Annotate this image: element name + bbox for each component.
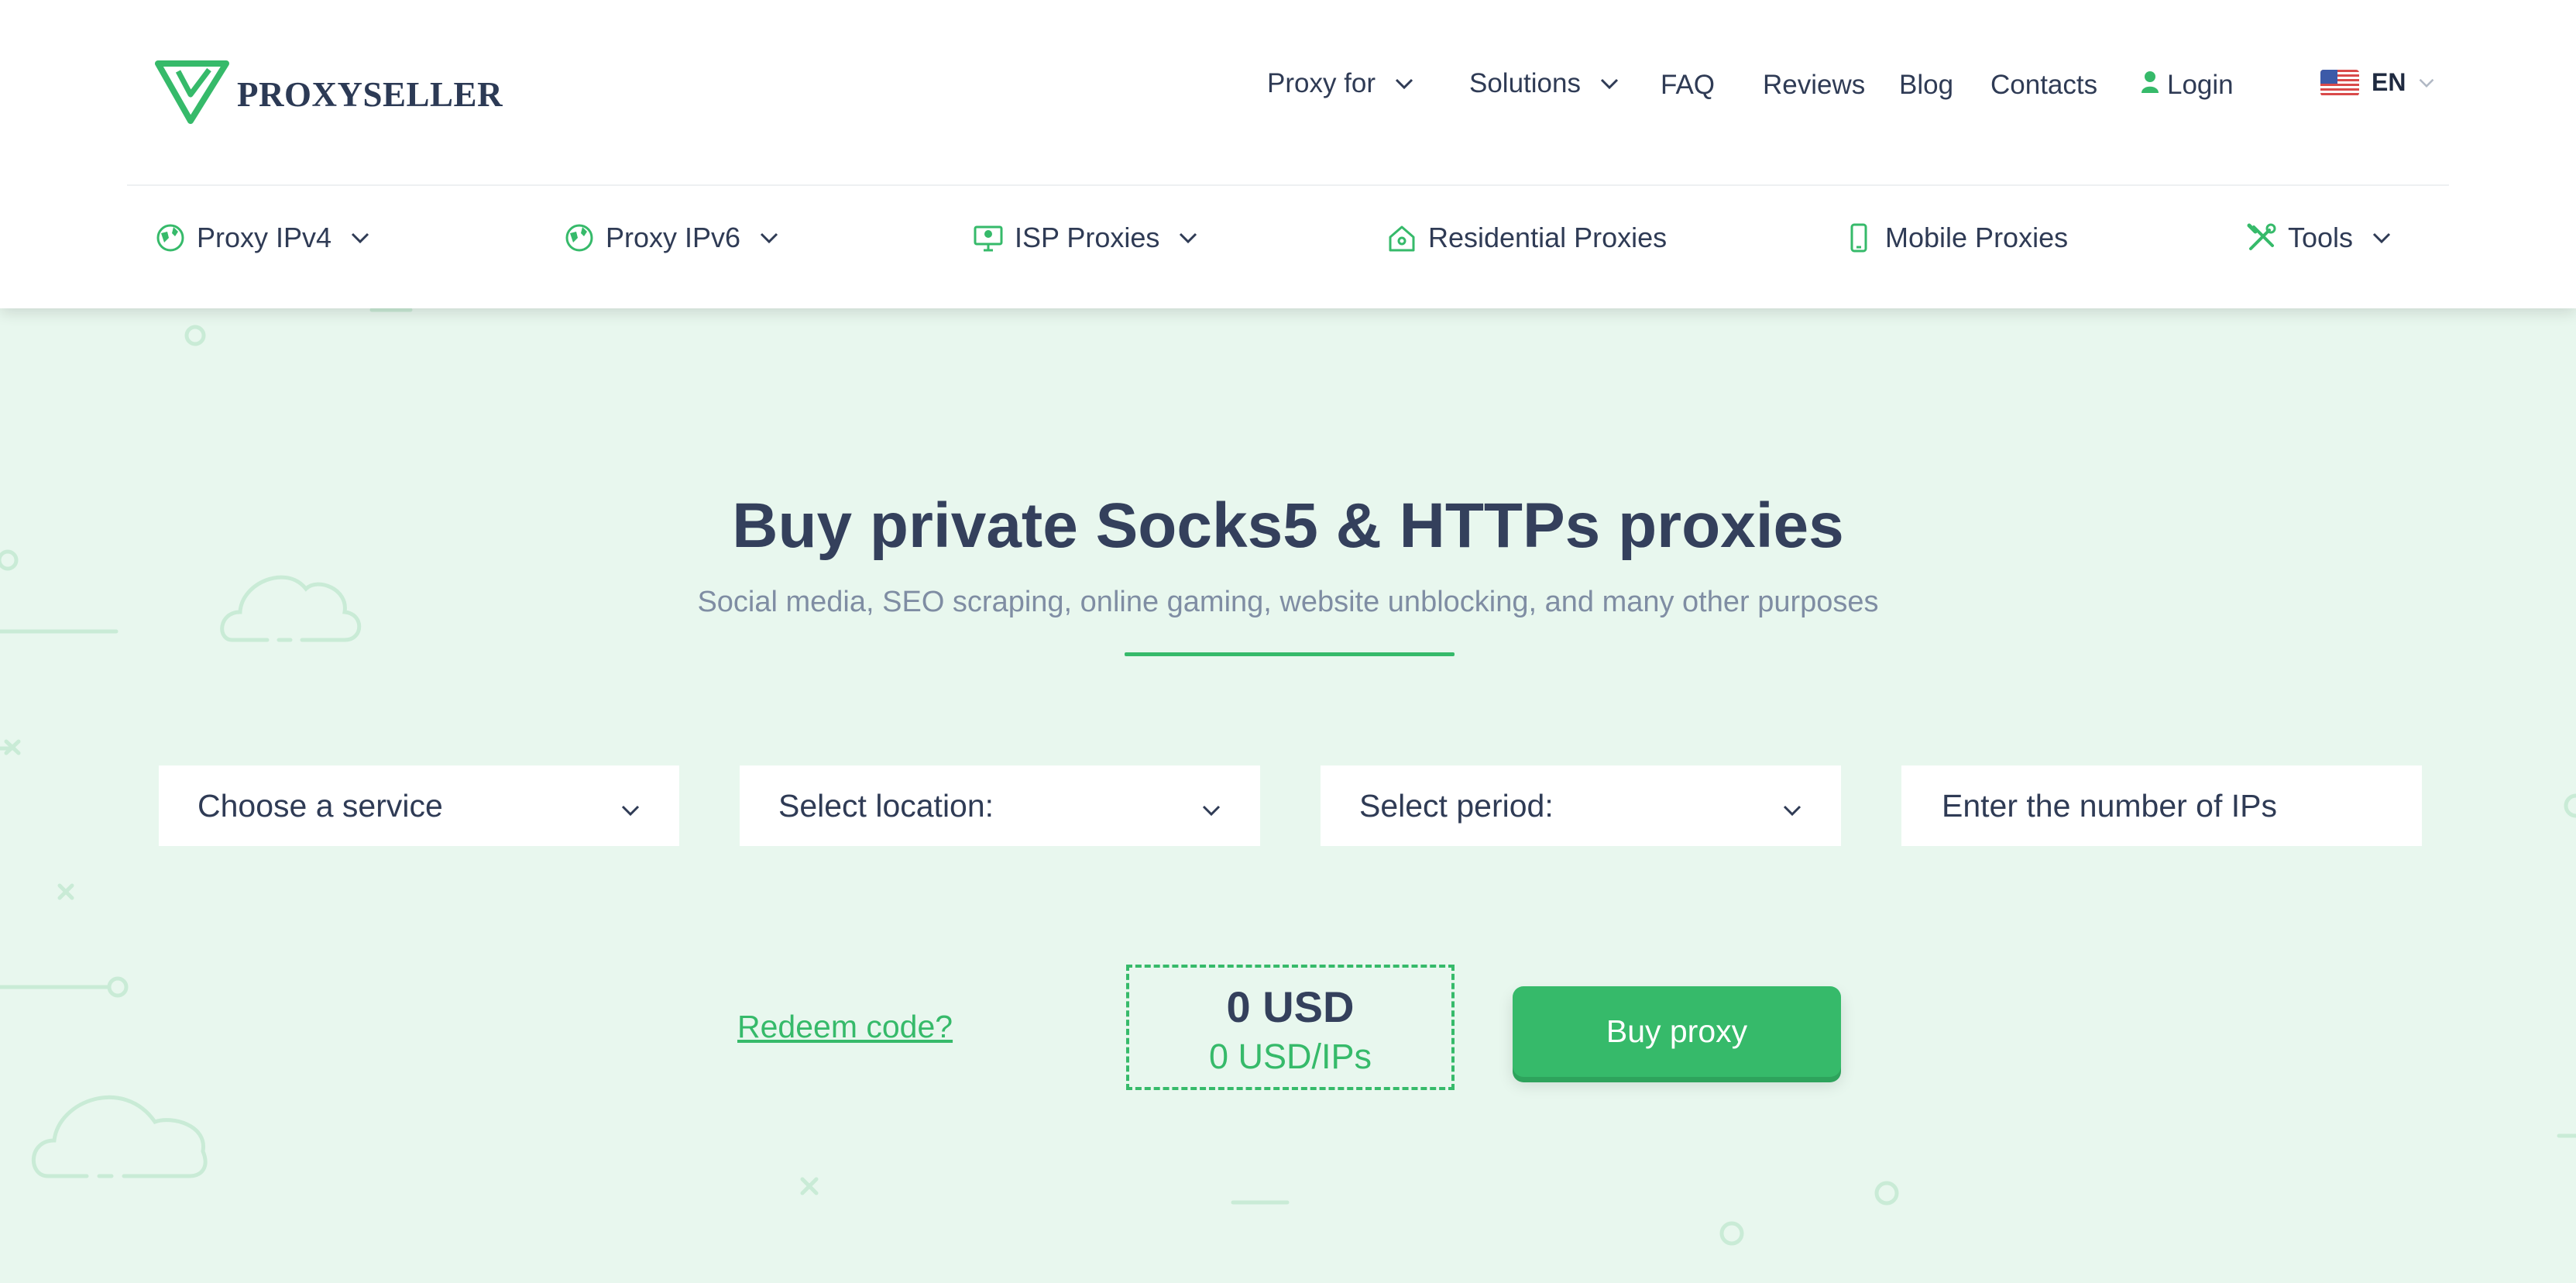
service-select[interactable]: Choose a service (159, 765, 679, 846)
location-select-value: Select location: (778, 787, 994, 824)
product-nav-label: Mobile Proxies (1885, 222, 2069, 253)
nav-reviews[interactable]: Reviews (1763, 70, 1865, 101)
phone-icon (1843, 222, 1874, 253)
nav-label: Reviews (1763, 70, 1866, 100)
language-selector[interactable]: EN (2320, 68, 2435, 97)
globe-icon (155, 222, 186, 253)
period-select-value: Select period: (1359, 787, 1554, 824)
nav-solutions[interactable]: Solutions (1469, 68, 1619, 99)
top-nav: Proxy for Solutions FAQ Reviews Blog Con… (0, 68, 2576, 118)
chevron-down-icon (620, 788, 641, 824)
hero-underline (1125, 652, 1455, 656)
tools-icon (2246, 222, 2277, 253)
language-label: EN (2372, 68, 2406, 96)
chevron-down-icon (1394, 77, 1414, 90)
hero-title: Buy private Socks5 & HTTPs proxies (732, 490, 1844, 561)
chevron-down-icon (1599, 77, 1619, 90)
nav-proxy-for[interactable]: Proxy for (1267, 68, 1414, 99)
ip-count-field[interactable] (1901, 765, 2422, 846)
period-select[interactable]: Select period: (1321, 765, 1841, 846)
chevron-down-icon (759, 232, 779, 244)
login-link[interactable]: Login (2141, 70, 2234, 101)
location-select[interactable]: Select location: (740, 765, 1260, 846)
nav-label: Proxy for (1267, 68, 1376, 98)
nav-blog[interactable]: Blog (1899, 70, 1953, 101)
product-nav-mobile[interactable]: Mobile Proxies (1843, 222, 2068, 254)
flag-us-icon (2320, 69, 2359, 96)
home-icon (1386, 222, 1417, 253)
nav-label: Blog (1899, 70, 1954, 100)
product-nav-isp[interactable]: ISP Proxies (973, 222, 1198, 254)
price-total: 0 USD (1226, 982, 1355, 1031)
product-nav-residential[interactable]: Residential Proxies (1386, 222, 1667, 254)
nav-label: FAQ (1661, 70, 1716, 100)
product-nav: Proxy IPv4 Proxy IPv6 ISP Proxies Reside… (0, 222, 2576, 271)
header-divider (127, 184, 2449, 186)
service-select-value: Choose a service (197, 787, 443, 824)
nav-label: Solutions (1469, 68, 1581, 98)
product-nav-label: Tools (2288, 222, 2354, 253)
product-nav-ipv4[interactable]: Proxy IPv4 (155, 222, 370, 254)
product-nav-label: ISP Proxies (1015, 222, 1160, 253)
product-nav-tools[interactable]: Tools (2246, 222, 2392, 254)
product-nav-ipv6[interactable]: Proxy IPv6 (564, 222, 779, 254)
nav-contacts[interactable]: Contacts (1990, 70, 2097, 101)
chevron-down-icon (1201, 788, 1221, 824)
hero-subtitle: Social media, SEO scraping, online gamin… (697, 586, 1879, 618)
user-icon (2141, 70, 2159, 101)
chevron-down-icon (1178, 232, 1198, 244)
chevron-down-icon (1782, 788, 1802, 824)
site-header: PROXYSELLER Proxy for Solutions FAQ Revi… (0, 0, 2576, 308)
globe-icon (564, 222, 595, 253)
nav-faq[interactable]: FAQ (1661, 70, 1715, 101)
redeem-code-link[interactable]: Redeem code? (737, 1009, 953, 1045)
chevron-down-icon (2372, 232, 2392, 244)
nav-label: Contacts (1990, 70, 2098, 100)
ip-count-input[interactable] (1940, 786, 2383, 825)
login-label: Login (2167, 70, 2234, 100)
monitor-icon (973, 222, 1004, 253)
buy-proxy-button[interactable]: Buy proxy (1513, 986, 1841, 1077)
price-per-ip: 0 USD/IPs (1208, 1037, 1372, 1076)
product-nav-label: Proxy IPv6 (606, 222, 741, 253)
chevron-down-icon (2418, 77, 2435, 88)
product-nav-label: Proxy IPv4 (197, 222, 332, 253)
product-nav-label: Residential Proxies (1428, 222, 1668, 253)
price-summary: 0 USD 0 USD/IPs (1126, 965, 1455, 1090)
chevron-down-icon (350, 232, 370, 244)
